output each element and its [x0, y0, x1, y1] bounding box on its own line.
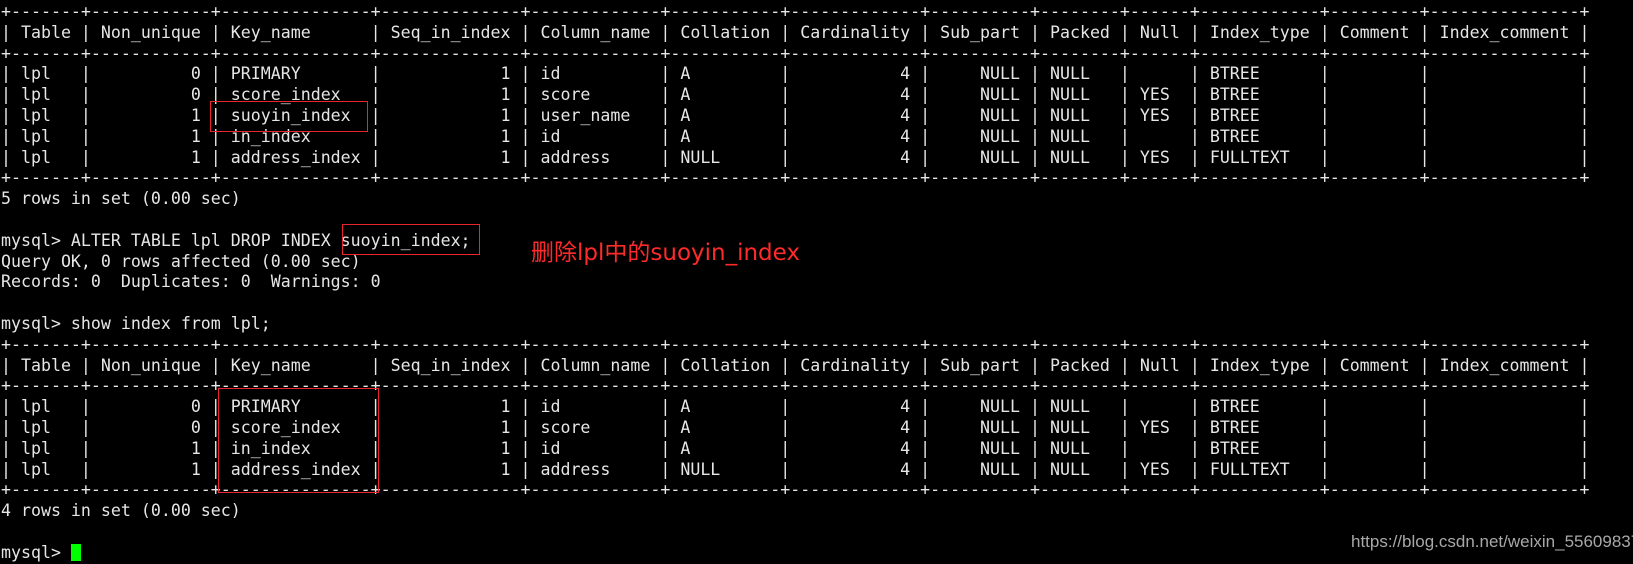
watermark: https://blog.csdn.net/weixin_55609837 — [1351, 532, 1633, 551]
command-line: mysql> show index from lpl; — [1, 313, 271, 333]
table-border: +-------+------------+---------------+--… — [1, 43, 1590, 63]
table-border: +-------+------------+---------------+--… — [1, 334, 1590, 354]
table-border: +-------+------------+---------------+--… — [1, 168, 1590, 188]
table-row: | lpl | 0 | PRIMARY | 1 | id | A | 4 | N… — [1, 64, 1590, 84]
annotation-note: 删除lpl中的suoyin_index — [531, 240, 801, 266]
highlight-box-remaining-keys — [218, 388, 379, 493]
table-border: +-------+------------+---------------+--… — [1, 2, 1590, 21]
table-row: | lpl | 1 | address_index | 1 | address … — [1, 147, 1590, 167]
output-line: Records: 0 Duplicates: 0 Warnings: 0 — [1, 272, 381, 292]
table-header-row: | Table | Non_unique | Key_name | Seq_in… — [1, 22, 1590, 42]
highlight-box-suoyin-row — [210, 101, 368, 132]
output-line: 4 rows in set (0.00 sec) — [1, 501, 241, 521]
cursor — [70, 543, 81, 561]
table-header-row: | Table | Non_unique | Key_name | Seq_in… — [1, 355, 1590, 375]
highlight-box-drop-command — [342, 224, 480, 255]
output-line: 5 rows in set (0.00 sec) — [1, 189, 241, 209]
